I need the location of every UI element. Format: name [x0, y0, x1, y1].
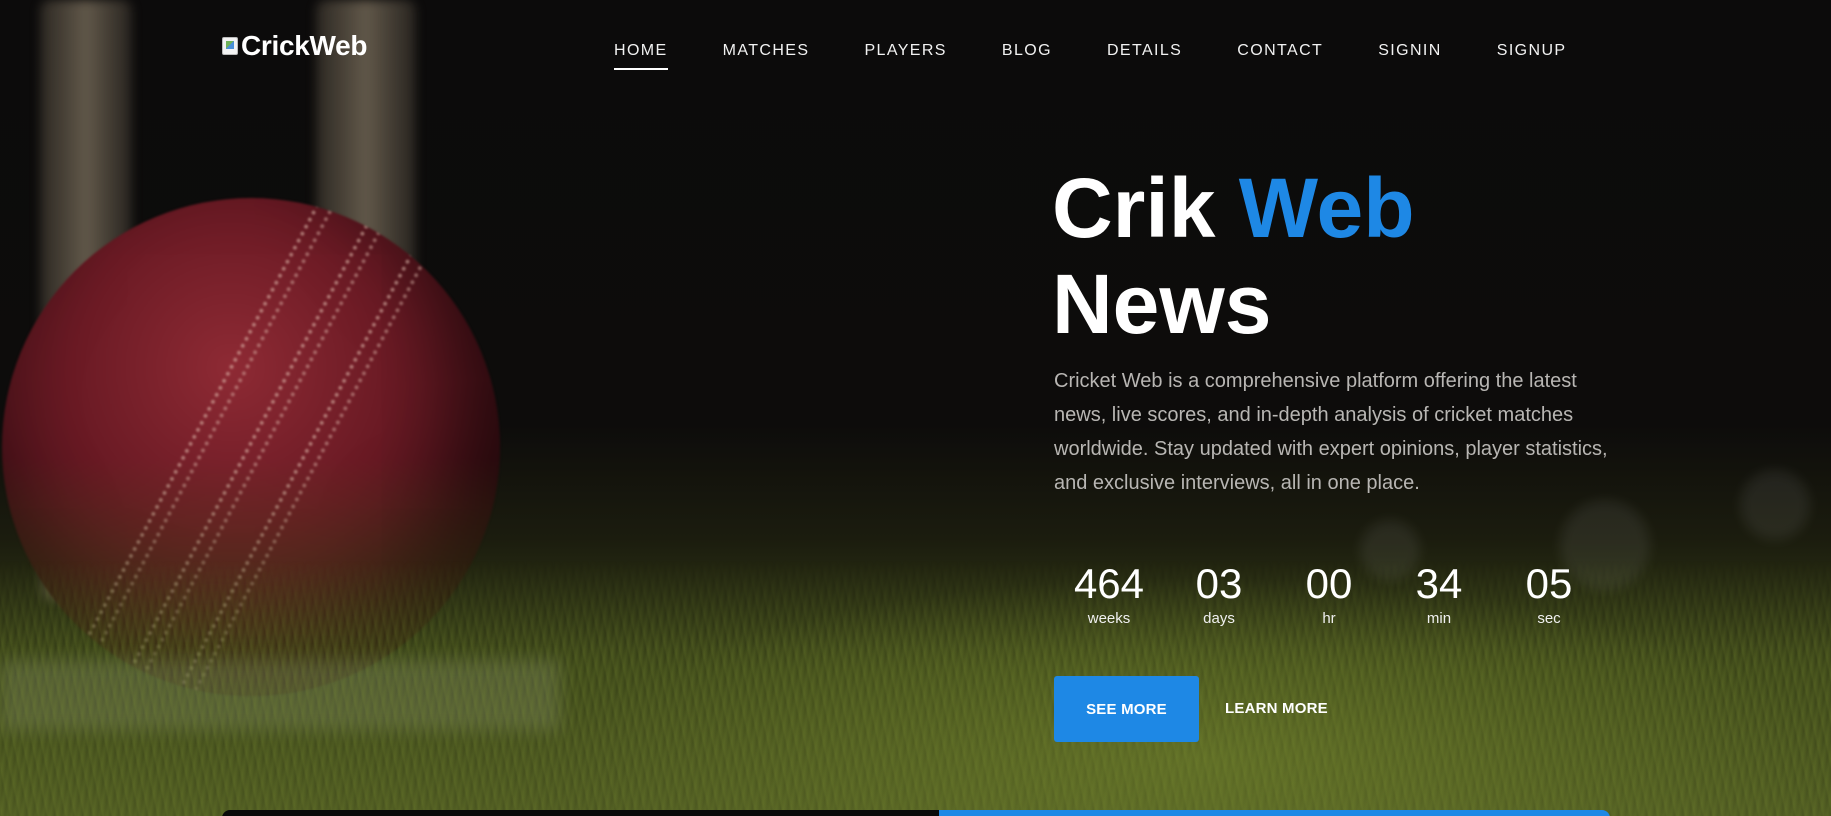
countdown-minutes: 34 min — [1384, 560, 1494, 627]
countdown-value: 34 — [1415, 560, 1463, 607]
countdown-hours: 00 hr — [1274, 560, 1384, 627]
countdown-label: days — [1203, 610, 1235, 627]
hero-title-part1: Crik — [1052, 161, 1216, 255]
countdown-label: sec — [1537, 610, 1561, 627]
hero-title-accent: Web — [1238, 161, 1415, 255]
countdown-label: hr — [1322, 610, 1336, 627]
nav-item-contact[interactable]: CONTACT — [1237, 42, 1323, 70]
countdown-weeks: 464 weeks — [1054, 560, 1164, 627]
countdown-label: min — [1426, 610, 1452, 627]
countdown-timer: 464 weeks 03 days 00 hr 34 min 05 sec — [1054, 560, 1604, 627]
logo-text: CrickWeb — [241, 30, 368, 61]
countdown-value: 00 — [1305, 560, 1353, 607]
countdown-value: 05 — [1525, 560, 1573, 607]
bottom-panel-edge — [222, 810, 1610, 816]
countdown-value: 464 — [1073, 560, 1145, 607]
hero-description: Cricket Web is a comprehensive platform … — [1054, 370, 1608, 494]
logo-link[interactable]: CrickWeb — [222, 30, 368, 62]
countdown-label: weeks — [1087, 610, 1131, 627]
broken-image-icon — [222, 37, 238, 55]
bokeh-light — [1740, 470, 1810, 540]
bottom-panel-dark — [222, 810, 939, 816]
nav-item-matches[interactable]: MATCHES — [723, 42, 810, 70]
countdown-value: 03 — [1195, 560, 1243, 607]
main-nav: HOME MATCHES PLAYERS BLOG DETAILS CONTAC… — [614, 42, 1567, 70]
nav-item-signin[interactable]: SIGNIN — [1378, 42, 1442, 70]
nav-item-home[interactable]: HOME — [614, 42, 668, 70]
countdown-seconds: 05 sec — [1494, 560, 1604, 627]
nav-item-blog[interactable]: BLOG — [1002, 42, 1052, 70]
bottom-panel-blue — [939, 810, 1610, 816]
learn-more-link[interactable]: LEARN MORE — [1225, 700, 1328, 717]
nav-item-signup[interactable]: SIGNUP — [1497, 42, 1567, 70]
nav-item-players[interactable]: PLAYERS — [864, 42, 946, 70]
hero-title: Crik Web News — [1052, 160, 1415, 352]
see-more-button[interactable]: SEE MORE — [1054, 676, 1199, 742]
nav-item-details[interactable]: DETAILS — [1107, 42, 1182, 70]
countdown-days: 03 days — [1164, 560, 1274, 627]
hero-title-part2: News — [1052, 257, 1272, 351]
